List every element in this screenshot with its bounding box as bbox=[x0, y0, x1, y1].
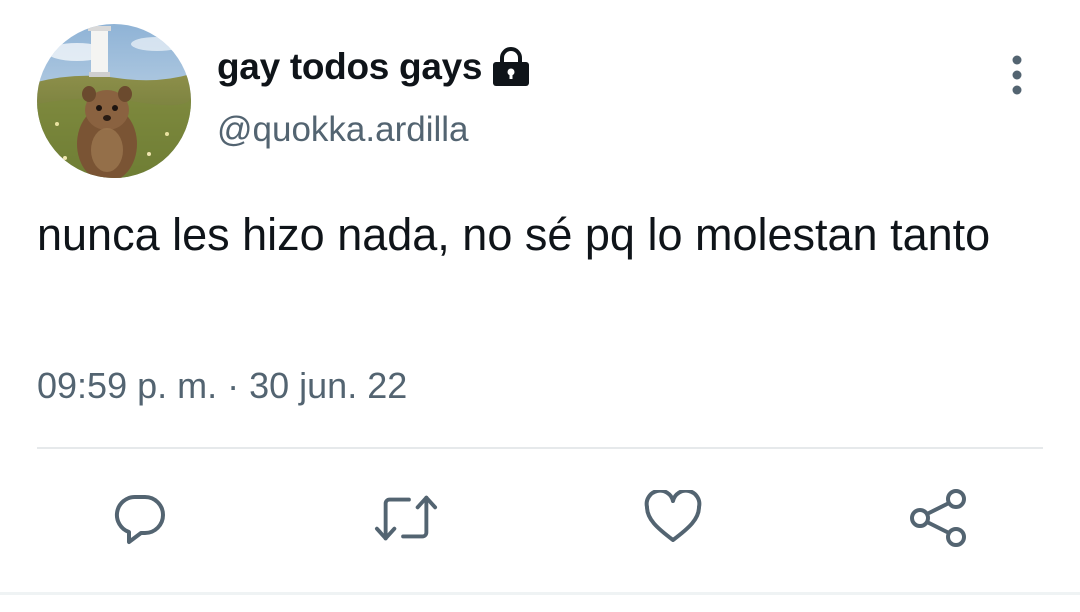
author-name-row: gay todos gays bbox=[217, 44, 530, 90]
share-icon bbox=[910, 489, 966, 547]
author-display-name[interactable]: gay todos gays bbox=[217, 46, 482, 88]
like-button[interactable] bbox=[641, 486, 705, 550]
divider bbox=[37, 447, 1043, 449]
quokka-photo bbox=[37, 24, 191, 178]
reply-icon bbox=[114, 494, 165, 544]
reply-button[interactable] bbox=[108, 486, 172, 550]
tweet-date: 30 jun. 22 bbox=[249, 365, 408, 406]
retweet-button[interactable] bbox=[374, 486, 438, 550]
lock-icon bbox=[492, 47, 530, 87]
more-options-button[interactable] bbox=[996, 50, 1038, 100]
tweet-timestamp[interactable]: 09:59 p. m. · 30 jun. 22 bbox=[37, 365, 407, 407]
tweet-time: 09:59 p. m. bbox=[37, 365, 218, 406]
tweet-text: nunca les hizo nada, no sé pq lo molesta… bbox=[37, 209, 991, 260]
retweet-icon bbox=[374, 495, 438, 541]
timestamp-separator: · bbox=[227, 365, 240, 406]
author-handle[interactable]: @quokka.ardilla bbox=[217, 110, 469, 150]
avatar[interactable] bbox=[37, 24, 191, 178]
heart-icon bbox=[644, 490, 702, 542]
more-vertical-icon bbox=[1012, 55, 1022, 95]
share-button[interactable] bbox=[907, 486, 971, 550]
bottom-border bbox=[0, 592, 1080, 595]
